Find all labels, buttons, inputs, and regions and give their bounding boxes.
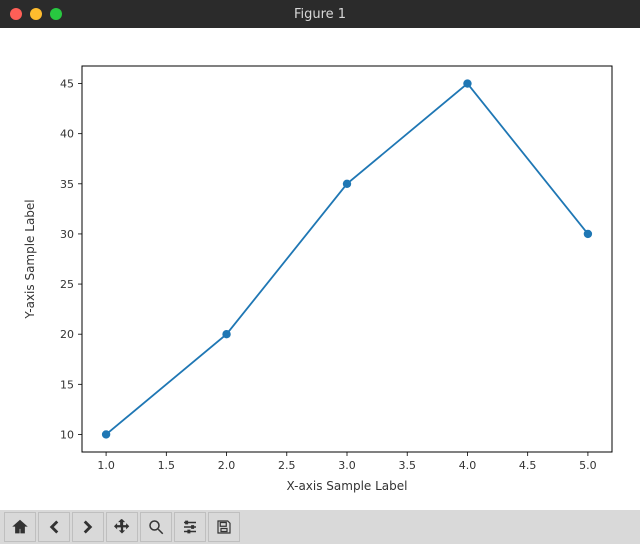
window-controls [10,8,62,20]
y-tick-label: 40 [60,128,74,141]
y-axis-label: Y-axis Sample Label [23,199,37,319]
home-button[interactable] [4,512,36,542]
window-title: Figure 1 [0,7,640,22]
save-icon [215,518,233,536]
arrow-right-icon [79,518,97,536]
data-point [102,430,110,438]
y-tick-label: 10 [60,428,74,441]
y-tick-label: 15 [60,378,74,391]
x-tick-label: 2.0 [218,459,236,472]
home-icon [11,518,29,536]
data-point [222,330,230,338]
titlebar: Figure 1 [0,0,640,28]
y-tick-label: 45 [60,78,74,91]
data-point [584,230,592,238]
back-button[interactable] [38,512,70,542]
axes-frame [82,66,612,452]
data-point [463,79,471,87]
y-tick-label: 20 [60,328,74,341]
arrow-left-icon [45,518,63,536]
zoom-button[interactable] [140,512,172,542]
series-line [106,84,588,435]
matplotlib-toolbar [0,510,640,544]
configure-button[interactable] [174,512,206,542]
y-tick-label: 25 [60,278,74,291]
x-tick-label: 4.0 [459,459,477,472]
sliders-icon [181,518,199,536]
zoom-icon [147,518,165,536]
x-tick-label: 1.5 [158,459,176,472]
x-tick-label: 4.5 [519,459,537,472]
save-button[interactable] [208,512,240,542]
x-tick-label: 3.0 [338,459,356,472]
data-point [343,180,351,188]
chart-svg: 1.0 1.5 2.0 2.5 3.0 3.5 4.0 4.5 5.0 10 15 20 25 30 35 4… [0,28,640,510]
y-tick-label: 35 [60,178,74,191]
close-icon[interactable] [10,8,22,20]
move-icon [113,518,131,536]
figure-canvas[interactable]: 1.0 1.5 2.0 2.5 3.0 3.5 4.0 4.5 5.0 10 15 20 25 30 35 4… [0,28,640,510]
minimize-icon[interactable] [30,8,42,20]
x-tick-label: 1.0 [97,459,115,472]
x-axis-label: X-axis Sample Label [287,479,408,493]
y-tick-label: 30 [60,228,74,241]
x-tick-label: 3.5 [398,459,416,472]
pan-button[interactable] [106,512,138,542]
app-window: Figure 1 1.0 1.5 2.0 2.5 3.0 3.5 4.0 4.5 5.0 10 15… [0,0,640,544]
x-tick-label: 5.0 [579,459,597,472]
forward-button[interactable] [72,512,104,542]
x-tick-label: 2.5 [278,459,296,472]
maximize-icon[interactable] [50,8,62,20]
